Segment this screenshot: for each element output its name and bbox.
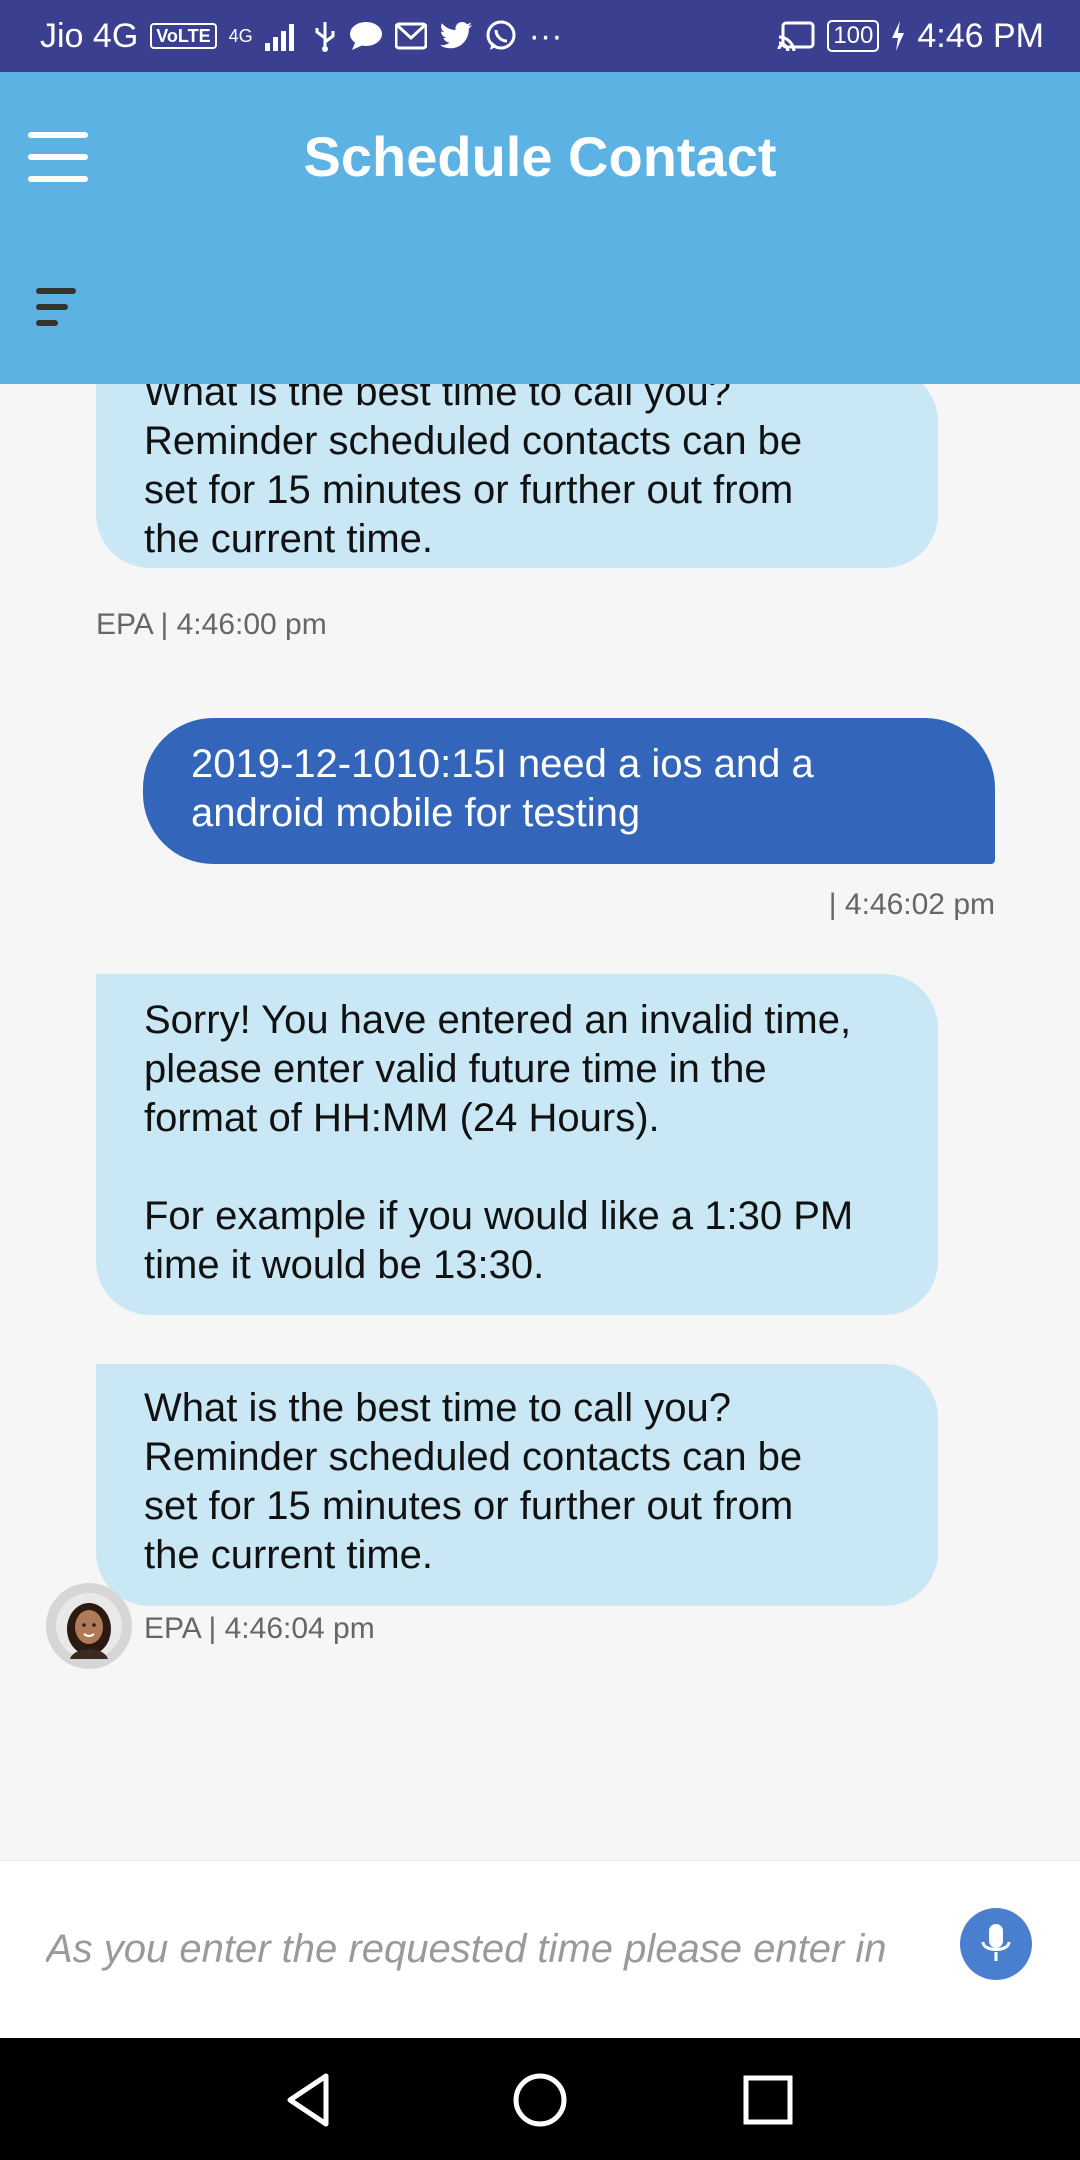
agent-avatar-icon — [56, 1593, 122, 1659]
message-line — [144, 1143, 890, 1192]
message-line: android mobile for testing — [191, 791, 641, 835]
message-meta: EPA | 4:46:00 pm — [96, 608, 327, 641]
network-type-label: 4G — [228, 26, 253, 46]
agent-avatar — [46, 1583, 132, 1669]
carrier-label: Jio 4G — [40, 16, 139, 55]
recents-icon[interactable] — [736, 2068, 800, 2132]
message-line: set for 15 minutes or further out from — [144, 1484, 794, 1528]
message-line: What is the best time to call you? — [144, 384, 731, 414]
cast-icon — [777, 21, 815, 51]
clock-label: 4:46 PM — [917, 16, 1044, 55]
message-line: Reminder scheduled contacts can be — [144, 1435, 803, 1479]
navigation-bar — [0, 2038, 1080, 2160]
chat-bubble-icon — [349, 21, 383, 51]
message-line: the current time. — [144, 517, 434, 561]
sort-lines-icon[interactable] — [36, 284, 84, 330]
message-line: time it would be 13:30. — [144, 1243, 545, 1287]
status-bar: Jio 4G VoLTE 4G ··· 100 4:46 PM — [0, 0, 1080, 72]
message-line: For example if you would like a 1:30 PM — [144, 1194, 854, 1238]
volte-badge: VoLTE — [150, 23, 217, 49]
bot-message-bubble: What is the best time to call you? Remin… — [96, 1364, 938, 1606]
usb-icon — [313, 20, 337, 52]
message-line: 2019-12-1010:15I need a ios and a — [191, 742, 814, 786]
more-notifications-icon: ··· — [528, 16, 563, 55]
microphone-button[interactable] — [960, 1908, 1032, 1980]
message-line: Sorry! You have entered an invalid time, — [144, 998, 852, 1042]
message-line: Reminder scheduled contacts can be — [144, 419, 803, 463]
message-line: the current time. — [144, 1533, 434, 1577]
home-icon[interactable] — [508, 2068, 572, 2132]
battery-icon: 100 — [827, 20, 880, 52]
microphone-icon — [981, 1924, 1011, 1961]
bot-message-bubble: What is the best time to call you? Remin… — [96, 384, 938, 568]
message-line: set for 15 minutes or further out from — [144, 468, 794, 512]
chat-area[interactable]: What is the best time to call you? Remin… — [0, 384, 1080, 1860]
user-message-bubble: 2019-12-1010:15I need a ios and a androi… — [143, 718, 995, 864]
input-bar — [0, 1860, 1080, 2038]
screen: Jio 4G VoLTE 4G ··· 100 4:46 PM Schedule… — [0, 0, 1080, 2160]
message-line: please enter valid future time in the — [144, 1047, 767, 1091]
twitter-icon — [439, 21, 473, 51]
status-left: Jio 4G VoLTE 4G ··· — [40, 17, 563, 56]
message-line: What is the best time to call you? — [144, 1386, 731, 1430]
charging-icon — [891, 21, 905, 51]
gmail-icon — [394, 22, 427, 50]
message-meta: EPA | 4:46:04 pm — [144, 1612, 375, 1645]
message-input[interactable] — [46, 1911, 926, 1987]
message-line: format of HH:MM (24 Hours). — [144, 1096, 660, 1140]
back-icon[interactable] — [278, 2068, 342, 2132]
signal-icon — [264, 21, 301, 51]
whatsapp-icon — [485, 20, 517, 52]
bot-message-bubble: Sorry! You have entered an invalid time,… — [96, 974, 938, 1315]
app-bar: Schedule Contact — [0, 72, 1080, 384]
page-title: Schedule Contact — [303, 125, 777, 188]
status-right: 100 4:46 PM — [777, 17, 1044, 56]
message-meta: | 4:46:02 pm — [828, 888, 995, 921]
